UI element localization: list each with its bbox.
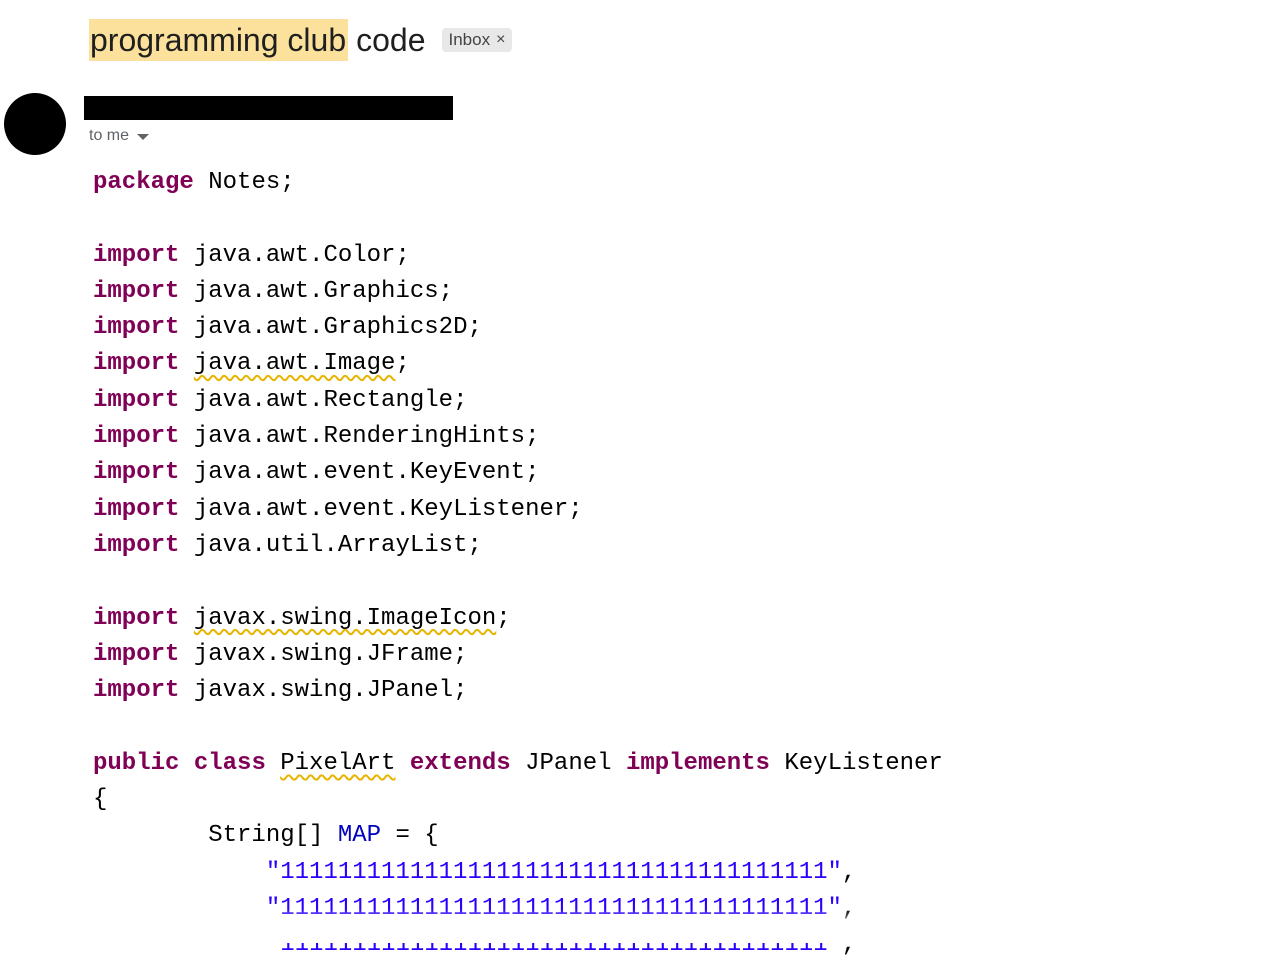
sender-avatar[interactable] [4,93,66,155]
import-path: java.awt.event.KeyListener; [193,495,583,523]
semicolon: ; [395,350,410,378]
comma: , [841,858,857,886]
import-path-warning[interactable]: java.awt.Image [194,350,396,377]
code-line: import java.awt.Image; [93,346,1280,382]
package-name: Notes; [208,169,295,196]
keyword: import [93,495,180,523]
keyword: extends [409,749,511,777]
field-name: MAP [337,822,382,850]
code-line: import java.awt.Graphics; [93,274,1280,310]
code-line: import java.util.ArrayList; [93,528,1280,564]
keyword: import [93,241,180,269]
code-line: import javax.swing.JFrame; [93,637,1280,673]
code-line: import javax.swing.JPanel; [93,673,1280,709]
bottom-fade-overlay [0,909,1280,943]
import-path: java.awt.Graphics; [193,277,454,305]
keyword: import [93,386,180,414]
subject-text: code [356,22,426,58]
keyword: public [93,749,180,777]
import-path: java.util.ArrayList; [193,531,482,559]
remove-label-icon[interactable]: × [496,31,505,49]
keyword: import [93,314,180,342]
code-line: "11111111111111111111111111111111111111"… [93,855,1280,891]
code-line: { [93,782,1280,818]
keyword: import [93,350,180,378]
code-line: import java.awt.event.KeyListener; [93,492,1280,528]
code-line: import java.awt.RenderingHints; [93,419,1280,455]
code-line: package Notes; [93,165,1280,201]
keyword: import [93,277,180,305]
type-name: String[] [208,822,324,850]
code-line: import java.awt.Color; [93,238,1280,274]
keyword: class [193,749,266,777]
keyword: import [93,459,180,487]
email-subject: programming club code Inbox × [89,19,513,61]
inbox-label-chip: Inbox × [441,28,513,52]
code-line: String[] MAP = { [93,818,1280,854]
import-path: java.awt.Color; [193,241,410,269]
import-path: java.awt.RenderingHints; [193,423,540,451]
sender-name-redacted [84,96,453,120]
keyword: import [93,677,180,705]
recipient-text: to me [89,127,130,144]
import-path: java.awt.Graphics2D; [193,314,482,342]
type-name: KeyListener [784,749,943,777]
recipient-details-toggle[interactable]: to me [89,127,150,145]
keyword: import [93,423,180,451]
chevron-down-icon [137,134,150,140]
import-path: java.awt.Rectangle; [193,386,468,414]
keyword: package [93,169,194,196]
code-line: import java.awt.event.KeyEvent; [93,455,1280,491]
code-line: import javax.swing.ImageIcon; [93,601,1280,637]
type-name: JPanel [525,749,612,777]
code-line: public class PixelArt extends JPanel imp… [93,746,1280,782]
class-name-warning[interactable]: PixelArt [280,750,395,777]
import-path-warning[interactable]: javax.swing.ImageIcon [194,605,496,632]
string-literal: "11111111111111111111111111111111111111" [265,858,842,886]
code-line: import java.awt.Rectangle; [93,383,1280,419]
brace: { [93,786,108,814]
email-body-code: package Notes; import java.awt.Color; im… [93,165,1280,964]
import-path: javax.swing.JFrame; [193,640,468,668]
semicolon: ; [496,604,511,632]
keyword: import [93,640,180,668]
subject-highlighted-text: programming club [89,19,349,61]
operator: = { [395,822,439,850]
keyword: import [93,531,180,559]
import-path: javax.swing.JPanel; [193,677,468,705]
code-line: import java.awt.Graphics2D; [93,310,1280,346]
inbox-label-text: Inbox [448,30,491,49]
keyword: import [93,604,180,632]
keyword: implements [625,749,770,777]
import-path: java.awt.event.KeyEvent; [193,459,540,487]
